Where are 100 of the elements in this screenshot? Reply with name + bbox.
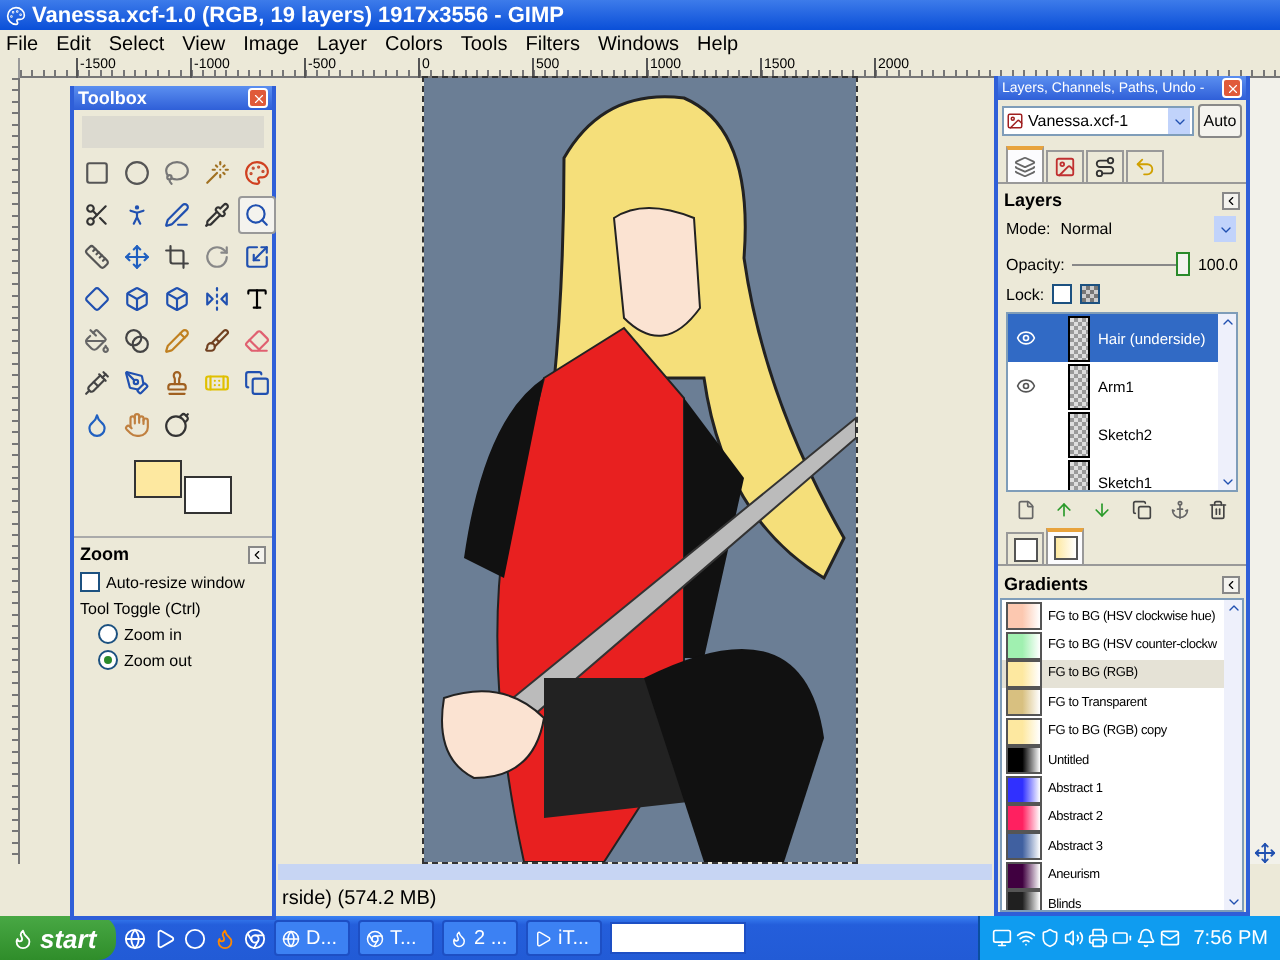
tool-button[interactable] <box>238 196 276 234</box>
wifi-icon[interactable] <box>1015 928 1036 948</box>
radio-label: Zoom in <box>124 625 182 643</box>
arrow-up-button[interactable] <box>1053 500 1074 520</box>
pipette-icon <box>204 202 230 228</box>
arrow-down-icon <box>1092 500 1113 520</box>
copy-icon <box>1131 500 1152 520</box>
droplet-icon <box>84 412 110 438</box>
navigate-icon[interactable] <box>1254 842 1276 864</box>
foreground-color-swatch[interactable] <box>134 460 182 498</box>
start-button[interactable]: start <box>0 916 116 960</box>
battery-icon[interactable] <box>1111 928 1132 948</box>
field-label: Mode: <box>1006 220 1051 238</box>
arrow-down-button[interactable] <box>1092 500 1113 520</box>
menu-button[interactable] <box>248 545 266 563</box>
menu-item[interactable]: Select <box>108 33 165 55</box>
scale-icon <box>244 244 270 270</box>
globe-icon[interactable] <box>124 927 146 949</box>
close-button[interactable] <box>248 88 268 108</box>
close-icon <box>251 91 265 105</box>
radio-button[interactable] <box>98 650 118 670</box>
vertical-scrollbar[interactable] <box>1250 78 1280 864</box>
caret-icon[interactable] <box>1225 894 1241 910</box>
menu-item[interactable]: Filters <box>525 33 580 55</box>
horizontal-scrollbar[interactable] <box>278 864 992 880</box>
anchor-icon <box>1169 500 1190 520</box>
monitor-icon[interactable] <box>991 928 1012 948</box>
close-button[interactable] <box>1222 78 1242 98</box>
play-icon <box>534 929 552 947</box>
printer-icon[interactable] <box>1087 928 1108 948</box>
menu-button[interactable] <box>1222 575 1240 593</box>
image-dropdown[interactable]: Vanessa.xcf-1 <box>1002 106 1194 136</box>
checkbox[interactable] <box>80 572 100 592</box>
wand-icon <box>204 160 230 186</box>
box-icon <box>164 286 190 312</box>
blend-icon <box>124 328 150 354</box>
chrome-icon[interactable] <box>244 927 266 949</box>
trash-icon <box>1208 500 1229 520</box>
pencil-icon <box>164 328 190 354</box>
play-icon[interactable] <box>154 927 176 949</box>
dock-tab[interactable] <box>1046 150 1084 182</box>
gradient-swatch-icon <box>1053 536 1077 560</box>
eye-icon[interactable] <box>1016 376 1036 396</box>
menu-item[interactable]: Layer <box>316 33 367 55</box>
flip-icon <box>204 286 230 312</box>
circle-icon[interactable] <box>184 927 206 949</box>
flame-icon <box>450 929 468 947</box>
diamond-icon <box>84 286 110 312</box>
menu-item[interactable]: Image <box>243 33 299 55</box>
brush-swatch-icon <box>1013 537 1037 561</box>
dock-tab[interactable] <box>1086 150 1124 182</box>
app-icon <box>6 5 26 25</box>
search-icon <box>244 202 270 228</box>
menu-button[interactable] <box>1222 191 1240 209</box>
mail-icon[interactable] <box>1159 928 1180 948</box>
vertical-scrollbar[interactable] <box>1218 314 1236 490</box>
panel-title: Layers <box>1004 190 1063 210</box>
page-button[interactable] <box>1015 500 1036 520</box>
hand-icon <box>124 412 150 438</box>
mode-dropdown[interactable]: Normal <box>1058 214 1238 244</box>
type-icon <box>244 286 270 312</box>
menu-item[interactable]: Colors <box>384 33 443 55</box>
menu-item[interactable]: View <box>182 33 226 55</box>
taskbar-button[interactable]: 2 ... <box>442 920 518 956</box>
menu-item[interactable]: Tools <box>460 33 508 55</box>
syringe-icon <box>84 370 110 396</box>
brush-icon <box>204 328 230 354</box>
menu-item[interactable]: Help <box>697 33 739 55</box>
copy-button[interactable] <box>1131 500 1152 520</box>
dock-tab[interactable] <box>1046 528 1084 564</box>
background-color-swatch[interactable] <box>184 476 232 514</box>
menu-item[interactable]: Edit <box>56 33 91 55</box>
layer-thumbnail <box>1068 315 1090 361</box>
slider-thumb[interactable] <box>1175 252 1190 276</box>
taskbar-button[interactable]: T... <box>358 920 434 956</box>
taskbar-button[interactable]: iT... <box>526 920 602 956</box>
lock-checkbox[interactable] <box>1052 284 1073 304</box>
shield-icon[interactable] <box>1039 928 1060 948</box>
caret-icon[interactable] <box>1219 314 1235 330</box>
dock-tab[interactable] <box>1006 532 1044 564</box>
taskbar-button[interactable]: D... <box>274 920 350 956</box>
dock-tab[interactable] <box>1006 146 1044 182</box>
rotate-icon <box>204 244 230 270</box>
bell-icon[interactable] <box>1135 928 1156 948</box>
auto-button[interactable]: Auto <box>1198 104 1242 138</box>
chrome-icon <box>366 929 384 947</box>
radio-button[interactable] <box>98 624 118 644</box>
trash-button[interactable] <box>1208 500 1229 520</box>
caret-icon[interactable] <box>1219 474 1235 490</box>
anchor-button[interactable] <box>1169 500 1190 520</box>
field-label: Opacity: <box>1006 255 1065 273</box>
search-field[interactable] <box>610 922 746 954</box>
move-icon <box>124 244 150 270</box>
caret-icon <box>250 547 264 561</box>
volume-icon[interactable] <box>1063 928 1084 948</box>
radio-label: Zoom out <box>124 651 192 669</box>
menu-item[interactable]: Windows <box>597 33 680 55</box>
lock-checkbox[interactable] <box>1080 284 1101 304</box>
vertical-scrollbar[interactable] <box>1224 600 1242 910</box>
menu-item[interactable]: File <box>6 33 39 55</box>
